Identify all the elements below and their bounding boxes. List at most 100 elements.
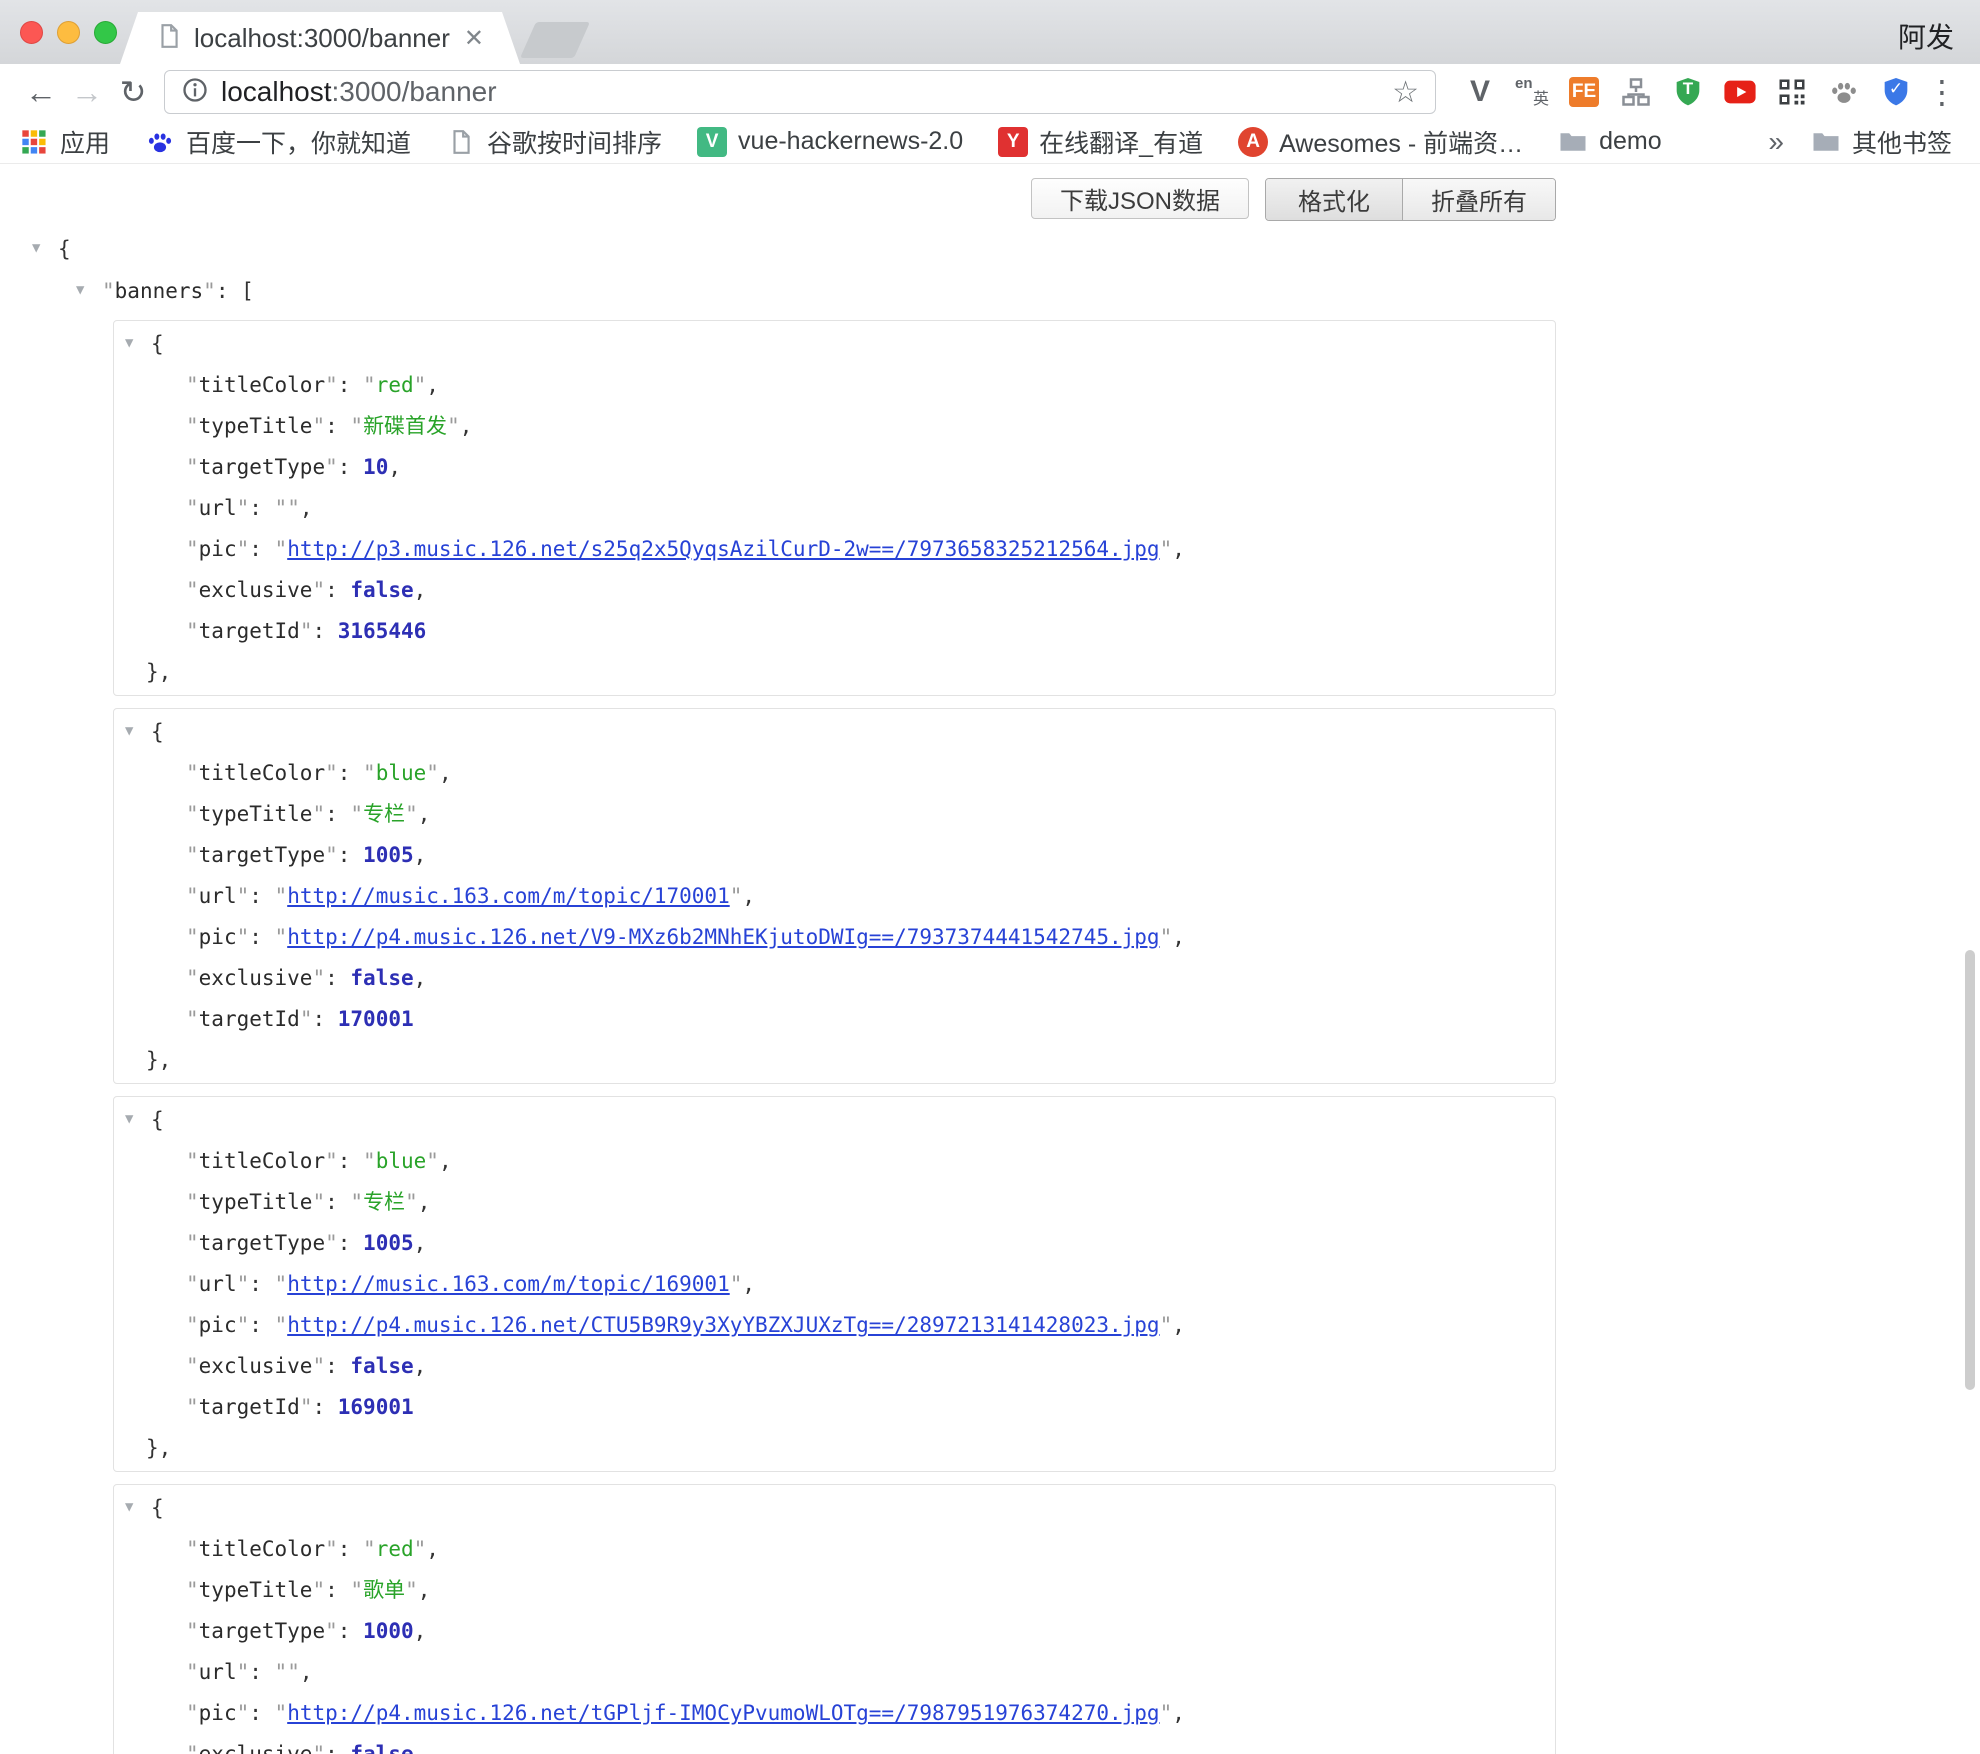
bookmark-vue-hackernews[interactable]: V vue-hackernews-2.0 [696, 126, 963, 158]
bookmark-youdao-translate[interactable]: Y 在线翻译_有道 [997, 124, 1203, 160]
window-minimize-button[interactable] [57, 21, 80, 44]
extension-orgchart-icon[interactable] [1610, 69, 1662, 115]
json-punctuation: { [151, 332, 164, 356]
json-value-link[interactable]: http://p4.music.126.net/V9-MXz6b2MNhEKju… [287, 925, 1159, 949]
json-value-number: 3165446 [338, 619, 427, 643]
tab-close-icon[interactable]: ✕ [464, 24, 484, 53]
window-zoom-button[interactable] [94, 21, 117, 44]
quote-mark: " [325, 455, 338, 479]
quote-mark: " [186, 537, 199, 561]
bookmark-demo-folder[interactable]: demo [1557, 126, 1662, 158]
quote-mark: " [426, 1149, 439, 1173]
bookmarks-overflow-chevron[interactable]: » [1768, 126, 1784, 158]
json-line: ▼{ [114, 1099, 1555, 1141]
quote-mark: " [300, 1395, 313, 1419]
quote-mark: " [363, 761, 376, 785]
collapse-triangle-icon[interactable]: ▼ [32, 228, 58, 269]
quote-mark: " [102, 279, 115, 303]
json-key: banners [115, 279, 204, 303]
quote-mark: " [203, 279, 216, 303]
bookmark-apps[interactable]: 应用 [18, 124, 110, 160]
url-text: localhost:3000/banner [221, 76, 1392, 108]
collapse-triangle-icon[interactable]: ▼ [125, 1487, 151, 1528]
json-key: typeTitle [199, 1578, 313, 1602]
extension-youtube-icon[interactable] [1714, 69, 1766, 115]
json-punctuation: : [312, 1395, 337, 1419]
json-line: "targetId": 170001 [114, 999, 1555, 1040]
json-punctuation: : [338, 843, 363, 867]
json-key: typeTitle [199, 802, 313, 826]
json-key: targetType [199, 455, 325, 479]
json-line: ▼{ [114, 711, 1555, 753]
format-button[interactable]: 格式化 [1266, 179, 1403, 220]
navigation-bar: ← → ↻ localhost:3000/banner ☆ V en英 FE T [0, 64, 1980, 120]
bookmark-label: 其他书签 [1852, 124, 1952, 160]
format-collapse-button-group: 格式化 折叠所有 [1265, 178, 1556, 221]
quote-mark: " [275, 537, 288, 561]
browser-window: localhost:3000/banner ✕ 阿发 ← → ↻ localho… [0, 0, 1980, 1754]
quote-mark: " [275, 496, 288, 520]
window-close-button[interactable] [20, 21, 43, 44]
extension-qrcode-icon[interactable] [1766, 69, 1818, 115]
quote-mark: " [350, 1190, 363, 1214]
json-punctuation: , [418, 1578, 431, 1602]
vertical-scrollbar[interactable] [1965, 950, 1975, 1390]
new-tab-button[interactable] [520, 22, 590, 58]
quote-mark: " [186, 1701, 199, 1725]
collapse-triangle-icon[interactable]: ▼ [125, 1099, 151, 1140]
json-value-boolean: false [350, 1354, 413, 1378]
json-value-link[interactable]: http://music.163.com/m/topic/169001 [287, 1272, 730, 1296]
extension-translate-icon[interactable]: en英 [1506, 69, 1558, 115]
quote-mark: " [1160, 1313, 1173, 1337]
collapse-all-button[interactable]: 折叠所有 [1403, 179, 1555, 220]
json-line: "exclusive": false [114, 1734, 1555, 1754]
extension-v-icon[interactable]: V [1454, 69, 1506, 115]
extension-shield-t-icon[interactable]: T [1662, 69, 1714, 115]
quote-mark: " [325, 1537, 338, 1561]
json-punctuation: , [426, 373, 439, 397]
json-value-link[interactable]: http://music.163.com/m/topic/170001 [287, 884, 730, 908]
forward-button[interactable]: → [64, 69, 110, 115]
json-line: "exclusive": false, [114, 570, 1555, 611]
quote-mark: " [312, 578, 325, 602]
address-bar[interactable]: localhost:3000/banner ☆ [164, 70, 1436, 114]
bookmark-baidu[interactable]: 百度一下，你就知道 [144, 124, 411, 160]
extension-shield-check-icon[interactable]: ✓ [1870, 69, 1922, 115]
quote-mark: " [186, 843, 199, 867]
json-line: "targetType": 10, [114, 447, 1555, 488]
bookmark-google-sort[interactable]: 谷歌按时间排序 [445, 124, 662, 160]
extension-fe-icon[interactable]: FE [1558, 69, 1610, 115]
json-value-link[interactable]: http://p4.music.126.net/CTU5B9R9y3XyYBZX… [287, 1313, 1159, 1337]
json-value-number: 10 [363, 455, 388, 479]
json-value-boolean: false [350, 966, 413, 990]
bookmark-star-icon[interactable]: ☆ [1392, 75, 1419, 110]
extension-paw-icon[interactable] [1818, 69, 1870, 115]
collapse-triangle-icon[interactable]: ▼ [76, 270, 102, 311]
reload-button[interactable]: ↻ [110, 69, 156, 115]
quote-mark: " [350, 802, 363, 826]
profile-name[interactable]: 阿发 [1898, 16, 1954, 56]
site-info-icon[interactable] [181, 76, 209, 109]
bookmark-other-bookmarks[interactable]: 其他书签 [1810, 124, 1952, 160]
download-json-button[interactable]: 下载JSON数据 [1031, 178, 1249, 219]
bookmark-label: demo [1599, 127, 1662, 156]
json-value-link[interactable]: http://p3.music.126.net/s25q2x5QyqsAzilC… [287, 537, 1159, 561]
collapse-triangle-icon[interactable]: ▼ [125, 323, 151, 364]
bookmark-awesomes[interactable]: A Awesomes - 前端资… [1237, 124, 1523, 160]
quote-mark: " [186, 1272, 199, 1296]
back-button[interactable]: ← [18, 69, 64, 115]
browser-menu-button[interactable]: ⋮ [1922, 73, 1962, 111]
json-punctuation: { [151, 720, 164, 744]
quote-mark: " [405, 1578, 418, 1602]
json-punctuation: : [338, 1149, 363, 1173]
json-punctuation: : [325, 1742, 350, 1754]
quote-mark: " [237, 1272, 250, 1296]
json-punctuation: , [414, 1619, 427, 1643]
quote-mark: " [405, 1190, 418, 1214]
collapse-triangle-icon[interactable]: ▼ [125, 711, 151, 752]
quote-mark: " [186, 1619, 199, 1643]
json-value-link[interactable]: http://p4.music.126.net/tGPljf-IMOCyPvum… [287, 1701, 1159, 1725]
quote-mark: " [186, 1007, 199, 1031]
quote-mark: " [186, 496, 199, 520]
browser-tab[interactable]: localhost:3000/banner ✕ [120, 12, 520, 64]
